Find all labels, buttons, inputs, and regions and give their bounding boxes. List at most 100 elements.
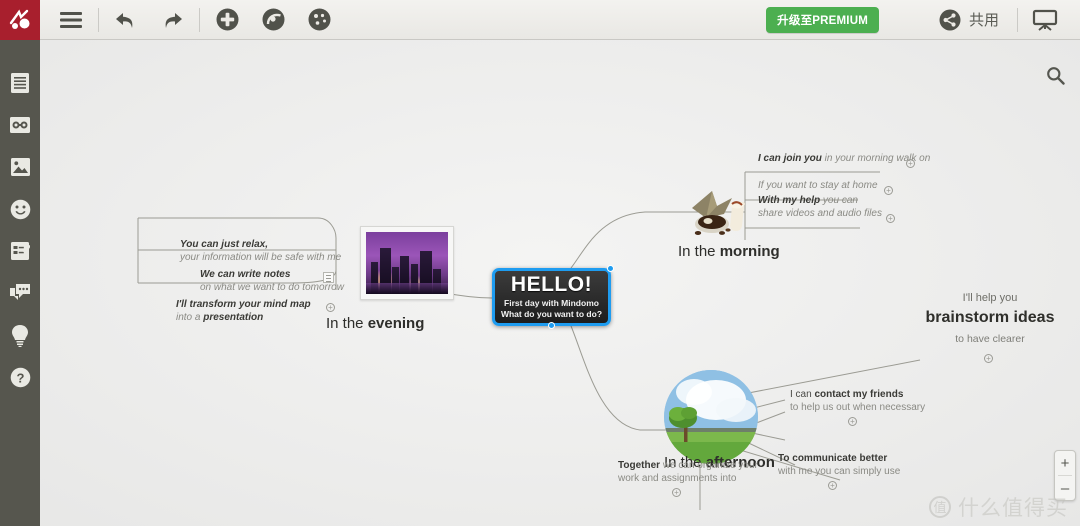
evening-child-1-bold: You can just relax, — [180, 239, 268, 250]
share-circle-icon — [939, 9, 961, 30]
mindmap-canvas[interactable]: HELLO! First day with Mindomo What do yo… — [40, 40, 1080, 526]
sidebar-item-notes[interactable] — [0, 62, 40, 104]
tree-and-sky-landscape-image — [664, 370, 758, 464]
sidebar-item-image[interactable] — [0, 146, 40, 188]
expand-plus-icon[interactable]: + — [984, 354, 993, 363]
together-plain-2: work and assignments into — [618, 473, 737, 484]
friends-plain: to help us out when necessary — [790, 402, 926, 413]
help-question-icon: ? — [10, 367, 30, 387]
layout-circle-icon — [262, 8, 284, 31]
toolbar-divider-2 — [199, 7, 200, 32]
evening-child-3[interactable]: I'll transform your mind map into a pres… — [176, 298, 335, 324]
menu-button[interactable] — [48, 0, 94, 40]
toolbar-divider-3 — [1017, 7, 1018, 32]
morning-child-2[interactable]: If you want to stay at home + — [758, 179, 893, 195]
link-icon — [10, 117, 30, 133]
coffee-beans-and-cup-image — [692, 191, 745, 235]
sidebar-item-link[interactable] — [0, 104, 40, 146]
evening-branch-image[interactable] — [360, 226, 454, 300]
smiley-icon — [10, 199, 30, 219]
evening-child-3-bold: I'll transform your mind map — [176, 299, 311, 310]
morning-label-bold: morning — [719, 243, 780, 260]
note-attachment-icon[interactable] — [323, 272, 334, 283]
sidebar-item-icons[interactable] — [0, 188, 40, 230]
sidebar-item-task[interactable] — [0, 230, 40, 272]
afternoon-child-brainstorm[interactable]: I'll help you brainstorm ideas to have c… — [900, 292, 1080, 363]
center-node-title: HELLO! — [510, 273, 593, 297]
image-icon — [10, 158, 30, 176]
mindomo-logo-icon — [9, 9, 30, 29]
undo-button[interactable] — [103, 0, 149, 40]
together-plain: we can organize your — [660, 460, 758, 471]
app-logo[interactable] — [0, 0, 40, 40]
morning-child-3-plain: you can — [820, 195, 858, 206]
morning-branch-label[interactable]: In the morning — [678, 243, 780, 260]
presentation-screen-icon — [1032, 9, 1058, 31]
evening-child-2[interactable]: We can write notes on what we want to do… — [200, 268, 344, 294]
morning-child-3[interactable]: With my help you can share videos and au… — [758, 194, 895, 223]
sidebar-item-comment[interactable] — [0, 272, 40, 314]
center-node[interactable]: HELLO! First day with Mindomo What do yo… — [492, 265, 614, 329]
watermark: 值 什么值得买 — [929, 492, 1068, 522]
morning-child-1-bold: I can join you — [758, 153, 822, 164]
brainstorm-line-2: brainstorm ideas — [925, 309, 1055, 326]
morning-child-1[interactable]: I can join you in your morning walk on + — [758, 152, 930, 168]
expand-plus-icon[interactable]: + — [884, 186, 893, 195]
watermark-text: 什么值得买 — [958, 497, 1068, 520]
communicate-plain: with me you can simply use — [778, 466, 901, 477]
evening-child-1-plain: your information will be safe with me — [180, 252, 342, 263]
evening-label-bold: evening — [367, 315, 425, 332]
theme-button[interactable] — [296, 0, 342, 40]
redo-arrow-icon — [165, 12, 182, 28]
afternoon-child-friends[interactable]: I can contact my friends to help us out … — [790, 388, 926, 426]
watermark-logo: 值 — [929, 496, 951, 518]
plus-circle-icon — [216, 8, 238, 31]
brainstorm-line-1: I'll help you — [962, 292, 1018, 304]
add-topic-button[interactable] — [204, 0, 250, 40]
morning-child-2-plain: If you want to stay at home — [758, 180, 878, 191]
expand-plus-icon[interactable]: + — [672, 488, 681, 497]
expand-plus-icon[interactable]: + — [326, 303, 335, 312]
node-expand-handle[interactable] — [547, 322, 555, 329]
comment-bubble-icon — [10, 284, 30, 300]
friends-prefix: I can — [790, 389, 815, 400]
city-skyline-at-dusk-image — [366, 232, 448, 294]
upgrade-premium-button[interactable]: 升级至PREMIUM — [766, 6, 879, 33]
toolbar-divider-1 — [98, 7, 99, 32]
share-label: 共用 — [968, 12, 999, 29]
text-notes-icon — [11, 73, 29, 93]
afternoon-child-together[interactable]: Together we can organize your work and a… — [618, 459, 758, 497]
expand-plus-icon[interactable]: + — [848, 417, 857, 426]
morning-branch-image[interactable] — [686, 186, 756, 242]
sidebar-item-idea[interactable] — [0, 314, 40, 356]
afternoon-child-communicate[interactable]: To communicate better with me you can si… — [778, 452, 901, 490]
friends-bold: contact my friends — [814, 389, 904, 400]
redo-button[interactable] — [149, 0, 195, 40]
sidebar-item-help[interactable]: ? — [0, 356, 40, 398]
node-resize-handle[interactable] — [607, 265, 614, 272]
evening-branch-label[interactable]: In the evening — [326, 315, 424, 332]
undo-arrow-icon — [116, 12, 133, 28]
layout-button[interactable] — [250, 0, 296, 40]
presentation-button[interactable] — [1022, 0, 1068, 40]
evening-child-3-plain: into a — [176, 312, 204, 323]
expand-plus-icon[interactable]: + — [886, 214, 895, 223]
communicate-bold: To communicate better — [778, 453, 888, 464]
evening-child-1[interactable]: You can just relax, your information wil… — [180, 238, 341, 264]
lightbulb-icon — [12, 324, 28, 347]
center-node-subtitle-2: What do you want to do? — [500, 309, 603, 319]
share-button[interactable]: 共用 — [925, 0, 1013, 40]
morning-child-3-plain-2: share videos and audio files — [758, 208, 882, 219]
svg-text:?: ? — [16, 370, 24, 385]
expand-plus-icon[interactable]: + — [828, 481, 837, 490]
task-checklist-icon — [11, 242, 30, 260]
zoom-in-button[interactable]: + — [1055, 451, 1075, 475]
expand-plus-icon[interactable]: + — [906, 159, 915, 168]
evening-child-3-plain-bold: presentation — [203, 312, 264, 323]
palette-circle-icon — [308, 8, 330, 31]
center-node-subtitle-1: First day with Mindomo — [504, 298, 599, 309]
together-bold: Together — [618, 460, 661, 471]
evening-child-2-bold: We can write notes — [200, 269, 291, 280]
afternoon-branch-image[interactable] — [664, 370, 758, 464]
top-toolbar: 升级至PREMIUM 共用 — [0, 0, 1080, 40]
